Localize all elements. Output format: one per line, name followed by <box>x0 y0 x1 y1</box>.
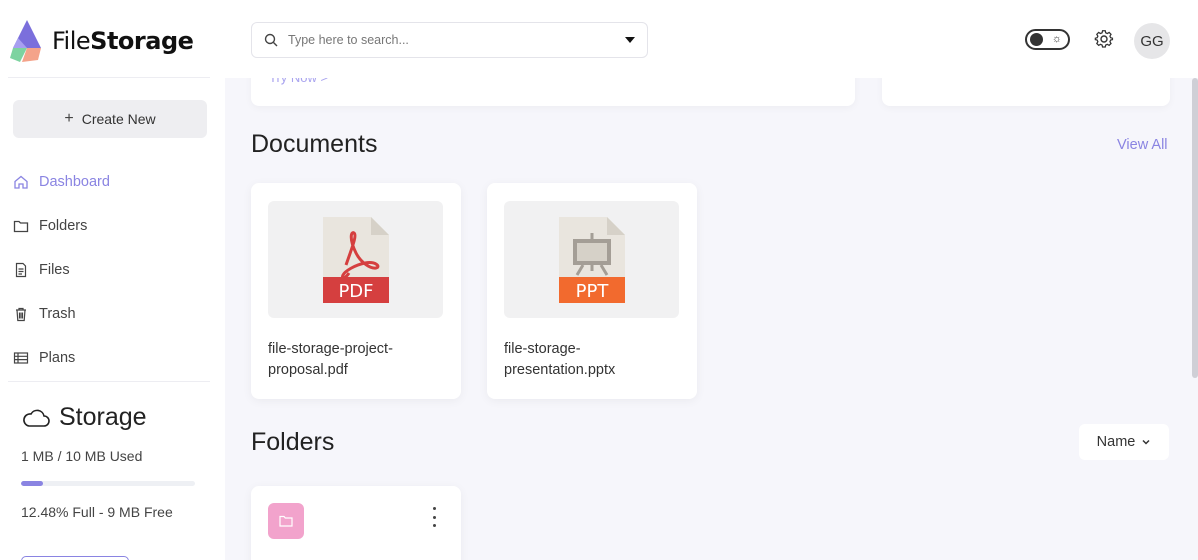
sidebar-item-plans[interactable]: Plans <box>13 336 110 380</box>
ppt-label: PPT <box>575 281 609 302</box>
folder-icon <box>13 220 29 233</box>
logo[interactable]: FileStorage <box>8 18 194 64</box>
search-icon <box>264 33 278 47</box>
storage-progress-fill <box>21 481 43 486</box>
toggle-knob <box>1030 33 1043 46</box>
folder-card[interactable] <box>251 486 461 560</box>
logo-text: FileStorage <box>52 27 194 55</box>
top-header: ☼ GG <box>225 0 1198 78</box>
sidebar-item-trash[interactable]: Trash <box>13 292 110 336</box>
folders-title: Folders <box>251 428 335 456</box>
pdf-file-icon: PDF <box>322 216 389 303</box>
document-name: file-storage-project-proposal.pdf <box>268 341 393 378</box>
sidebar-item-dashboard[interactable]: Dashboard <box>13 160 110 204</box>
plus-icon: + <box>64 110 74 127</box>
file-icon <box>15 262 27 278</box>
sidebar-item-label: Plans <box>39 350 76 366</box>
search-input[interactable] <box>288 33 608 47</box>
sidebar-item-files[interactable]: Files <box>13 248 110 292</box>
documents-title: Documents <box>251 130 378 158</box>
create-new-button[interactable]: + Create New <box>13 100 207 138</box>
sidebar-divider <box>8 77 210 78</box>
create-new-label: Create New <box>81 111 156 127</box>
plans-icon <box>13 352 29 364</box>
view-all-link[interactable]: View All <box>1117 137 1168 153</box>
document-name: file-storage-presentation.pptx <box>504 341 616 378</box>
folder-badge <box>268 503 304 539</box>
ppt-file-icon: PPT <box>558 216 625 303</box>
sort-label: Name <box>1096 434 1136 450</box>
storage-progress-bar <box>21 481 195 486</box>
search-box[interactable] <box>251 22 648 58</box>
sidebar-item-label: Trash <box>39 306 76 322</box>
sidebar: FileStorage + Create New Dashboard Folde… <box>0 0 225 560</box>
folder-icon <box>279 515 293 527</box>
chevron-down-icon <box>1142 439 1150 445</box>
filestorage-logo-icon <box>10 20 41 62</box>
sidebar-item-label: Dashboard <box>39 174 110 190</box>
home-icon <box>14 175 28 189</box>
more-options-icon[interactable] <box>429 507 439 527</box>
upgrade-button[interactable] <box>21 556 129 560</box>
sidebar-divider <box>8 381 210 382</box>
storage-free-text: 12.48% Full - 9 MB Free <box>21 504 173 520</box>
sort-dropdown[interactable]: Name <box>1079 424 1169 460</box>
storage-title: Storage <box>21 403 147 432</box>
cloud-icon <box>23 409 50 427</box>
document-card[interactable]: PPT file-storage-presentation.pptx <box>487 183 697 399</box>
search-dropdown-caret-icon[interactable] <box>625 37 635 43</box>
sun-icon: ☼ <box>1051 33 1062 45</box>
sidebar-item-label: Folders <box>39 218 88 234</box>
document-thumbnail: PPT <box>504 201 679 318</box>
scrollbar[interactable] <box>1192 78 1198 378</box>
storage-title-text: Storage <box>59 403 147 431</box>
sidebar-item-label: Files <box>39 262 70 278</box>
gear-icon[interactable] <box>1094 29 1114 49</box>
sidebar-nav: Dashboard Folders Files Trash Plans <box>13 160 110 380</box>
pdf-label: PDF <box>338 281 373 302</box>
avatar[interactable]: GG <box>1134 23 1170 59</box>
storage-used-text: 1 MB / 10 MB Used <box>21 448 143 464</box>
document-card[interactable]: PDF file-storage-project-proposal.pdf <box>251 183 461 399</box>
document-thumbnail: PDF <box>268 201 443 318</box>
sidebar-item-folders[interactable]: Folders <box>13 204 110 248</box>
theme-toggle[interactable]: ☼ <box>1025 29 1070 50</box>
trash-icon <box>16 307 26 322</box>
